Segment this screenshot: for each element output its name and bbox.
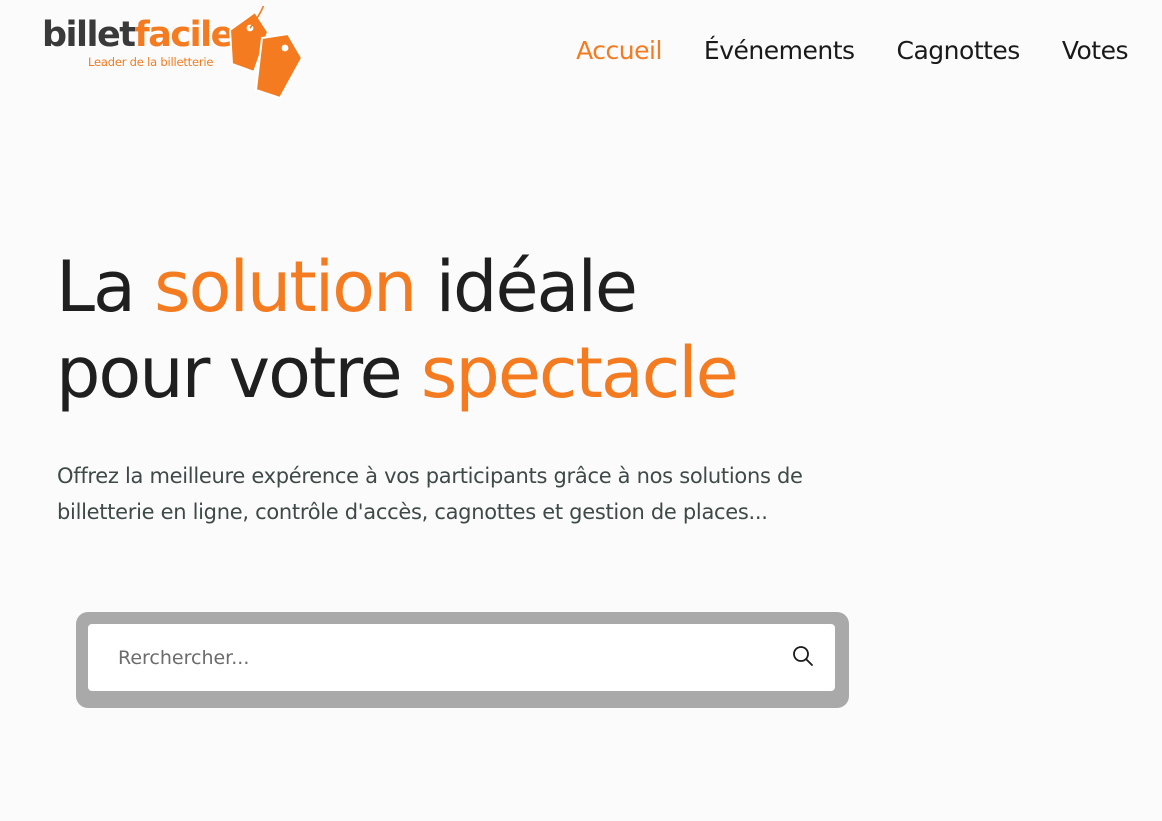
- search-box: [88, 624, 835, 691]
- logo-wordmark: billetfacile: [42, 15, 234, 55]
- ticket-tags-icon: [228, 6, 304, 100]
- main-nav: Accueil Événements Cagnottes Votes: [576, 36, 1128, 65]
- search-icon[interactable]: [791, 644, 815, 668]
- nav-item-evenements[interactable]: Événements: [704, 36, 855, 65]
- nav-item-accueil[interactable]: Accueil: [576, 36, 662, 65]
- search-frame: [76, 612, 849, 708]
- nav-item-cagnottes[interactable]: Cagnottes: [897, 36, 1021, 65]
- hero-title-highlight-2: spectacle: [420, 332, 739, 414]
- nav-item-votes[interactable]: Votes: [1062, 36, 1129, 65]
- page: billetfacile Leader de la billetterie Ac…: [0, 0, 1162, 821]
- hero-title-highlight-1: solution: [154, 246, 417, 328]
- hero-title: La solution idéale pour votre spectacle: [56, 246, 739, 414]
- search-input[interactable]: [118, 624, 758, 691]
- hero-description: Offrez la meilleure expérence à vos part…: [57, 464, 803, 524]
- logo-tagline: Leader de la billetterie: [88, 55, 214, 69]
- brand-logo[interactable]: billetfacile Leader de la billetterie: [42, 6, 304, 100]
